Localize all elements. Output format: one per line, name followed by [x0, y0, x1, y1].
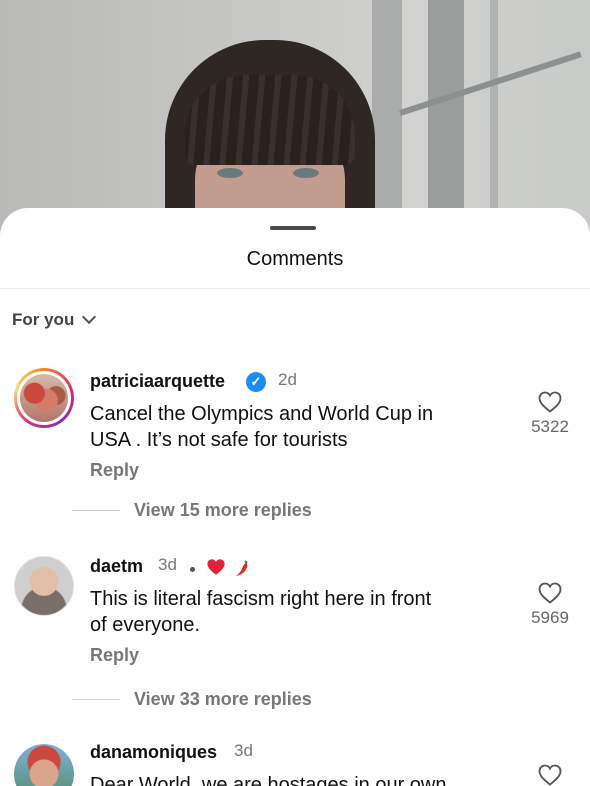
like-button[interactable]: 5969 — [520, 582, 580, 628]
avatar[interactable] — [14, 556, 74, 616]
thread-line — [72, 699, 120, 700]
comment-time: 3d — [158, 555, 177, 574]
heart-icon — [538, 764, 562, 786]
like-button[interactable]: 5322 — [520, 391, 580, 437]
chili-pepper-icon — [236, 560, 248, 576]
view-more-replies[interactable]: View 33 more replies — [72, 689, 312, 710]
comment-time: 3d — [234, 741, 253, 760]
separator-dot — [190, 567, 195, 572]
drag-handle[interactable] — [270, 226, 316, 230]
view-more-replies-label: View 33 more replies — [134, 689, 312, 709]
reply-button[interactable]: Reply — [90, 645, 139, 666]
divider — [0, 288, 590, 289]
window-frame — [372, 0, 402, 240]
avatar[interactable] — [14, 368, 74, 428]
reply-button[interactable]: Reply — [90, 460, 139, 481]
comment-time: 2d — [278, 370, 297, 389]
sort-filter-dropdown[interactable]: For you — [12, 309, 97, 330]
comment-text: Dear World, we are hostages in our own — [90, 774, 447, 786]
video-background — [0, 0, 590, 240]
heart-icon — [538, 582, 562, 604]
view-more-replies[interactable]: View 15 more replies — [72, 500, 312, 521]
sheet-title: Comments — [246, 248, 344, 270]
avatar[interactable] — [14, 744, 74, 786]
comment-text: Cancel the Olympics and World Cup in USA… — [90, 403, 434, 451]
like-count: 5322 — [531, 417, 569, 436]
chevron-down-icon — [82, 309, 97, 325]
comment-text: This is literal fascism right here in fr… — [90, 588, 432, 636]
view-more-replies-label: View 15 more replies — [134, 500, 312, 520]
thread-line — [72, 510, 120, 511]
heart-icon — [538, 391, 562, 413]
like-button[interactable] — [520, 764, 580, 786]
comments-sheet: Comments For you patriciaarquette ✓ 2d C… — [0, 208, 590, 786]
heart-icon — [207, 559, 225, 575]
like-count: 5969 — [531, 608, 569, 627]
comment-username[interactable]: danamoniques — [90, 742, 217, 763]
filter-label: For you — [12, 310, 75, 329]
comment-username[interactable]: daetm — [90, 556, 143, 577]
window-frame — [490, 0, 498, 240]
verified-badge-icon: ✓ — [246, 372, 266, 392]
window-frame — [428, 0, 464, 240]
comment-username[interactable]: patriciaarquette — [90, 371, 225, 392]
